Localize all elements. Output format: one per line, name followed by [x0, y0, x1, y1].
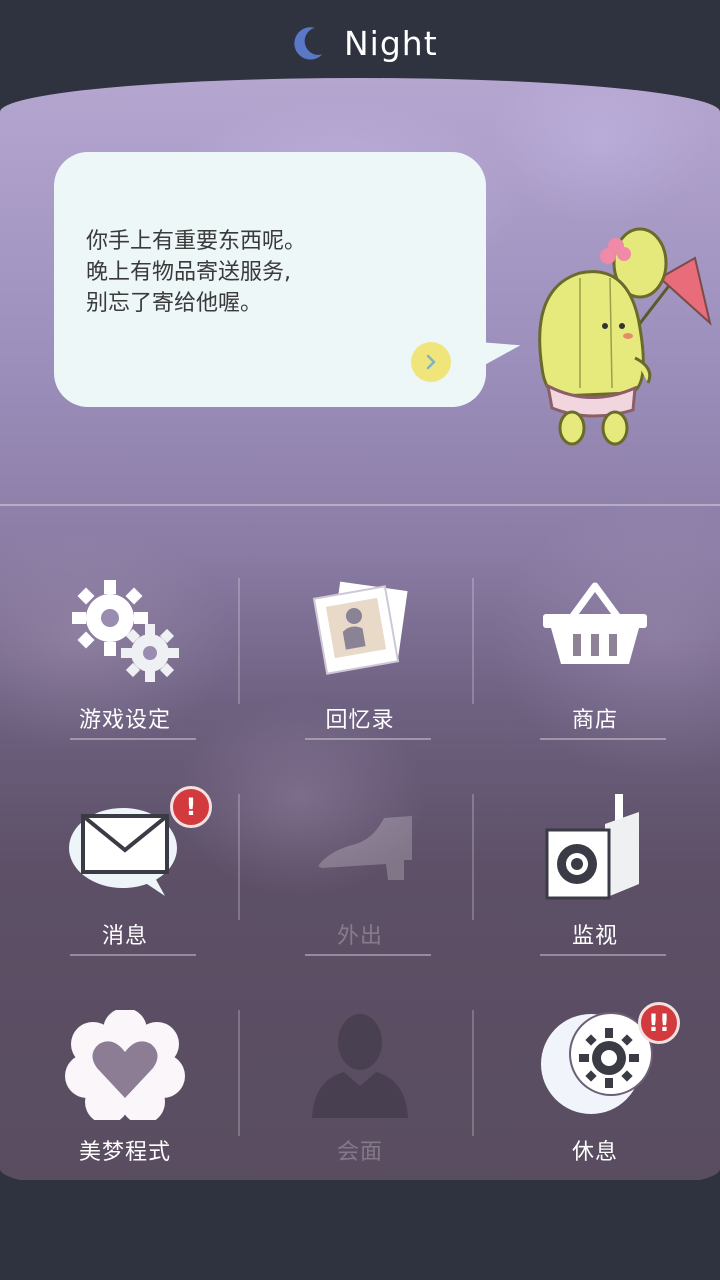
column-separator	[472, 1010, 474, 1136]
menu-item-meeting: 会面	[243, 1010, 477, 1203]
menu-item-underline	[540, 954, 666, 956]
menu-item-label: 游戏设定	[78, 708, 171, 733]
menu-item-label: 美梦程式	[78, 1140, 171, 1165]
photo-album-icon	[312, 581, 408, 675]
menu-item-messages[interactable]: ! 消息	[8, 786, 242, 1010]
menu-item-label: 休息	[571, 1140, 618, 1165]
speech-bubble[interactable]: 你手上有重要东西呢。 晚上有物品寄送服务, 别忘了寄给他喔。	[54, 152, 486, 407]
heart-flower-icon	[65, 1010, 185, 1120]
menu-item-monitor[interactable]: 监视	[478, 794, 712, 1010]
menu-item-memories[interactable]: 回忆录	[243, 578, 477, 794]
column-separator	[238, 578, 240, 704]
gears-icon	[72, 580, 179, 682]
column-separator	[238, 1010, 240, 1136]
bottom-bar	[0, 1180, 720, 1280]
chevron-right-icon	[426, 354, 436, 370]
column-separator	[472, 794, 474, 920]
column-separator	[238, 794, 240, 920]
menu-item-game-settings[interactable]: 游戏设定	[8, 578, 242, 794]
menu-item-label: 消息	[101, 924, 148, 949]
menu-item-underline	[540, 738, 666, 740]
main-stage: 你手上有重要东西呢。 晚上有物品寄送服务, 别忘了寄给他喔。 游戏设定 回忆录 …	[0, 78, 720, 1203]
menu-item-underline	[70, 738, 196, 740]
section-divider	[0, 504, 720, 506]
crescent-moon-icon	[294, 27, 323, 60]
speech-text: 你手上有重要东西呢。 晚上有物品寄送服务, 别忘了寄给他喔。	[86, 229, 307, 316]
shoe-icon	[318, 816, 412, 880]
menu-item-label: 外出	[336, 924, 383, 949]
menu-item-go-out: 外出	[243, 794, 477, 1010]
menu-item-label: 回忆录	[325, 708, 395, 733]
moon-sun-icon	[541, 1012, 653, 1114]
menu-item-label: 监视	[571, 924, 618, 949]
header: Night	[290, 18, 438, 68]
menu-item-rest[interactable]: !! 休息	[478, 1002, 712, 1203]
column-separator	[472, 578, 474, 704]
page-title: Night	[344, 23, 438, 63]
menu-item-underline	[70, 954, 196, 956]
person-silhouette-icon	[312, 1014, 408, 1118]
shopping-basket-icon	[543, 582, 647, 664]
alert-badge-double: !!	[638, 1002, 680, 1044]
menu-item-underline	[305, 954, 431, 956]
camera-icon	[545, 794, 639, 900]
menu-item-underline	[305, 738, 431, 740]
next-button[interactable]	[411, 342, 451, 382]
menu-item-shop[interactable]: 商店	[478, 578, 712, 794]
menu-item-sweet-dreams[interactable]: 美梦程式	[8, 1010, 242, 1203]
mail-bubble-icon	[69, 808, 177, 896]
cactus-mascot-icon[interactable]	[520, 218, 720, 458]
alert-badge: !	[170, 786, 212, 828]
menu-item-label: 会面	[336, 1140, 383, 1165]
menu-item-label: 商店	[571, 708, 618, 733]
